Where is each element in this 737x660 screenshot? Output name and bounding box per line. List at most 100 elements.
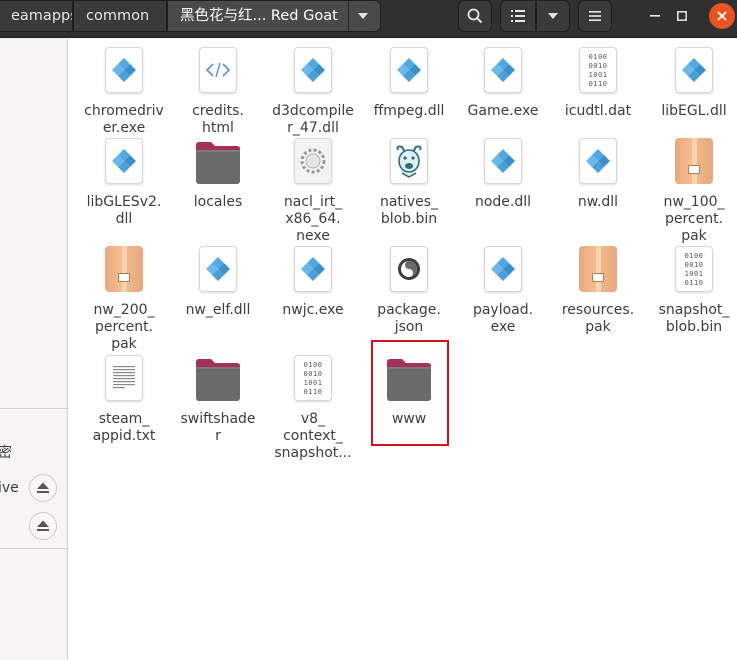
minimize-button[interactable]	[642, 3, 668, 29]
file-name-label: d3dcompile r_47.dll	[272, 103, 354, 136]
chevron-down-icon	[548, 13, 558, 19]
archive-icon	[579, 246, 617, 292]
binary-file-icon: 0100 0010 1001 0110	[294, 355, 332, 401]
list-view-icon	[511, 10, 525, 22]
file-icon-wrapper	[198, 47, 238, 93]
breadcrumb-label: common	[86, 8, 150, 24]
file-name-label: nw_100_ percent. pak	[663, 194, 725, 244]
archive-tag	[592, 273, 604, 282]
breadcrumb-steamapps[interactable]: eamapps	[0, 0, 73, 32]
sidebar-item-label[interactable]: 密	[0, 442, 12, 462]
binary-glyph: 0100 0010 1001 0110	[303, 361, 323, 396]
executable-icon	[675, 47, 713, 93]
view-options-button[interactable]	[536, 0, 570, 32]
executable-icon	[484, 246, 522, 292]
file-name-label: snapshot_ blob.bin	[658, 302, 730, 335]
main-menu-button[interactable]	[578, 0, 612, 32]
file-name-label: swiftshade r	[180, 411, 256, 444]
search-button[interactable]	[458, 0, 492, 32]
eject-button[interactable]	[29, 474, 57, 502]
file-icon-wrapper	[389, 246, 429, 292]
eject-button[interactable]	[29, 512, 57, 540]
maximize-button[interactable]	[669, 3, 695, 29]
file-icon-wrapper	[104, 138, 144, 184]
file-icon-wrapper	[104, 246, 144, 292]
text-file-icon	[105, 355, 143, 401]
maximize-icon	[677, 11, 687, 21]
selection-highlight-box	[371, 340, 449, 446]
breadcrumb-label: 黑色花与红... Red Goat	[180, 8, 338, 24]
file-name-label: nwjc.exe	[282, 302, 344, 318]
file-name-label: package. json	[377, 302, 441, 335]
breadcrumb-current-folder[interactable]: 黑色花与红... Red Goat	[167, 0, 381, 32]
file-name-label: ffmpeg.dll	[373, 103, 445, 119]
sidebar-divider	[0, 408, 67, 409]
json-file-icon	[390, 246, 428, 292]
binary-file-icon: 0100 0010 1001 0110	[579, 47, 617, 93]
executable-icon	[199, 246, 237, 292]
file-icon-wrapper	[293, 246, 333, 292]
binary-glyph: 0100 0010 1001 0110	[588, 53, 608, 88]
file-name-label: icudtl.dat	[564, 103, 632, 119]
file-icon-wrapper: 0100 0010 1001 0110	[578, 47, 618, 93]
eject-icon	[37, 520, 49, 531]
file-name-label: resources. pak	[561, 302, 635, 335]
binary-file-icon: 0100 0010 1001 0110	[675, 246, 713, 292]
sidebar-divider	[0, 548, 67, 549]
file-name-label: natives_ blob.bin	[379, 194, 439, 227]
hamburger-menu-icon	[589, 11, 601, 21]
folder-icon	[196, 359, 240, 401]
file-icon-wrapper	[483, 246, 523, 292]
breadcrumb-separator	[348, 1, 349, 31]
executable-icon	[105, 138, 143, 184]
executable-icon	[390, 47, 428, 93]
executable-icon	[484, 47, 522, 93]
code-file-icon	[199, 47, 237, 93]
header-bar: eamapps common 黑色花与红... Red Goat	[0, 0, 737, 38]
executable-icon	[294, 246, 332, 292]
search-icon	[467, 8, 483, 24]
file-icon-wrapper	[198, 246, 238, 292]
executable-icon	[105, 47, 143, 93]
gear-icon	[294, 138, 332, 184]
file-name-label: nacl_irt_ x86_64. nexe	[283, 194, 343, 244]
sidebar: 密 ive	[0, 38, 68, 660]
file-icon-wrapper	[389, 47, 429, 93]
minimize-icon	[650, 15, 660, 17]
file-name-label: Game.exe	[467, 103, 539, 119]
file-name-label: v8_ context_ snapshot...	[274, 411, 352, 461]
file-icon-wrapper	[674, 47, 714, 93]
file-name-label: credits. html	[192, 103, 244, 136]
file-icon-wrapper	[293, 138, 333, 184]
file-name-label: locales	[193, 194, 243, 210]
binary-glyph: 0100 0010 1001 0110	[684, 252, 704, 287]
executable-icon	[294, 47, 332, 93]
file-name-label: libGLESv2. dll	[86, 194, 162, 227]
file-name-label: nw_200_ percent. pak	[93, 302, 155, 352]
file-name-label: steam_ appid.txt	[92, 411, 156, 444]
archive-tag	[688, 165, 700, 174]
list-view-button[interactable]	[500, 0, 536, 32]
file-icon-wrapper: 0100 0010 1001 0110	[293, 355, 333, 401]
archive-icon	[105, 246, 143, 292]
file-icon-wrapper	[578, 138, 618, 184]
breadcrumb-common[interactable]: common	[73, 0, 167, 32]
folder-icon	[196, 142, 240, 184]
file-name-label: nw_elf.dll	[185, 302, 251, 318]
archive-stripe	[692, 138, 697, 184]
file-icon-wrapper	[293, 47, 333, 93]
file-icon-wrapper	[194, 141, 242, 185]
file-icon-wrapper	[674, 138, 714, 184]
goat-icon	[390, 138, 428, 184]
file-icon-wrapper	[483, 138, 523, 184]
sidebar-item-label[interactable]: ive	[0, 480, 19, 496]
file-icon-wrapper	[578, 246, 618, 292]
archive-icon	[675, 138, 713, 184]
file-icon-wrapper	[389, 138, 429, 184]
eject-icon	[37, 482, 49, 493]
executable-icon	[579, 138, 617, 184]
file-name-label: payload. exe	[472, 302, 534, 335]
close-button[interactable]	[709, 3, 735, 29]
file-icon-wrapper	[194, 358, 242, 402]
chevron-down-icon[interactable]	[358, 13, 368, 19]
